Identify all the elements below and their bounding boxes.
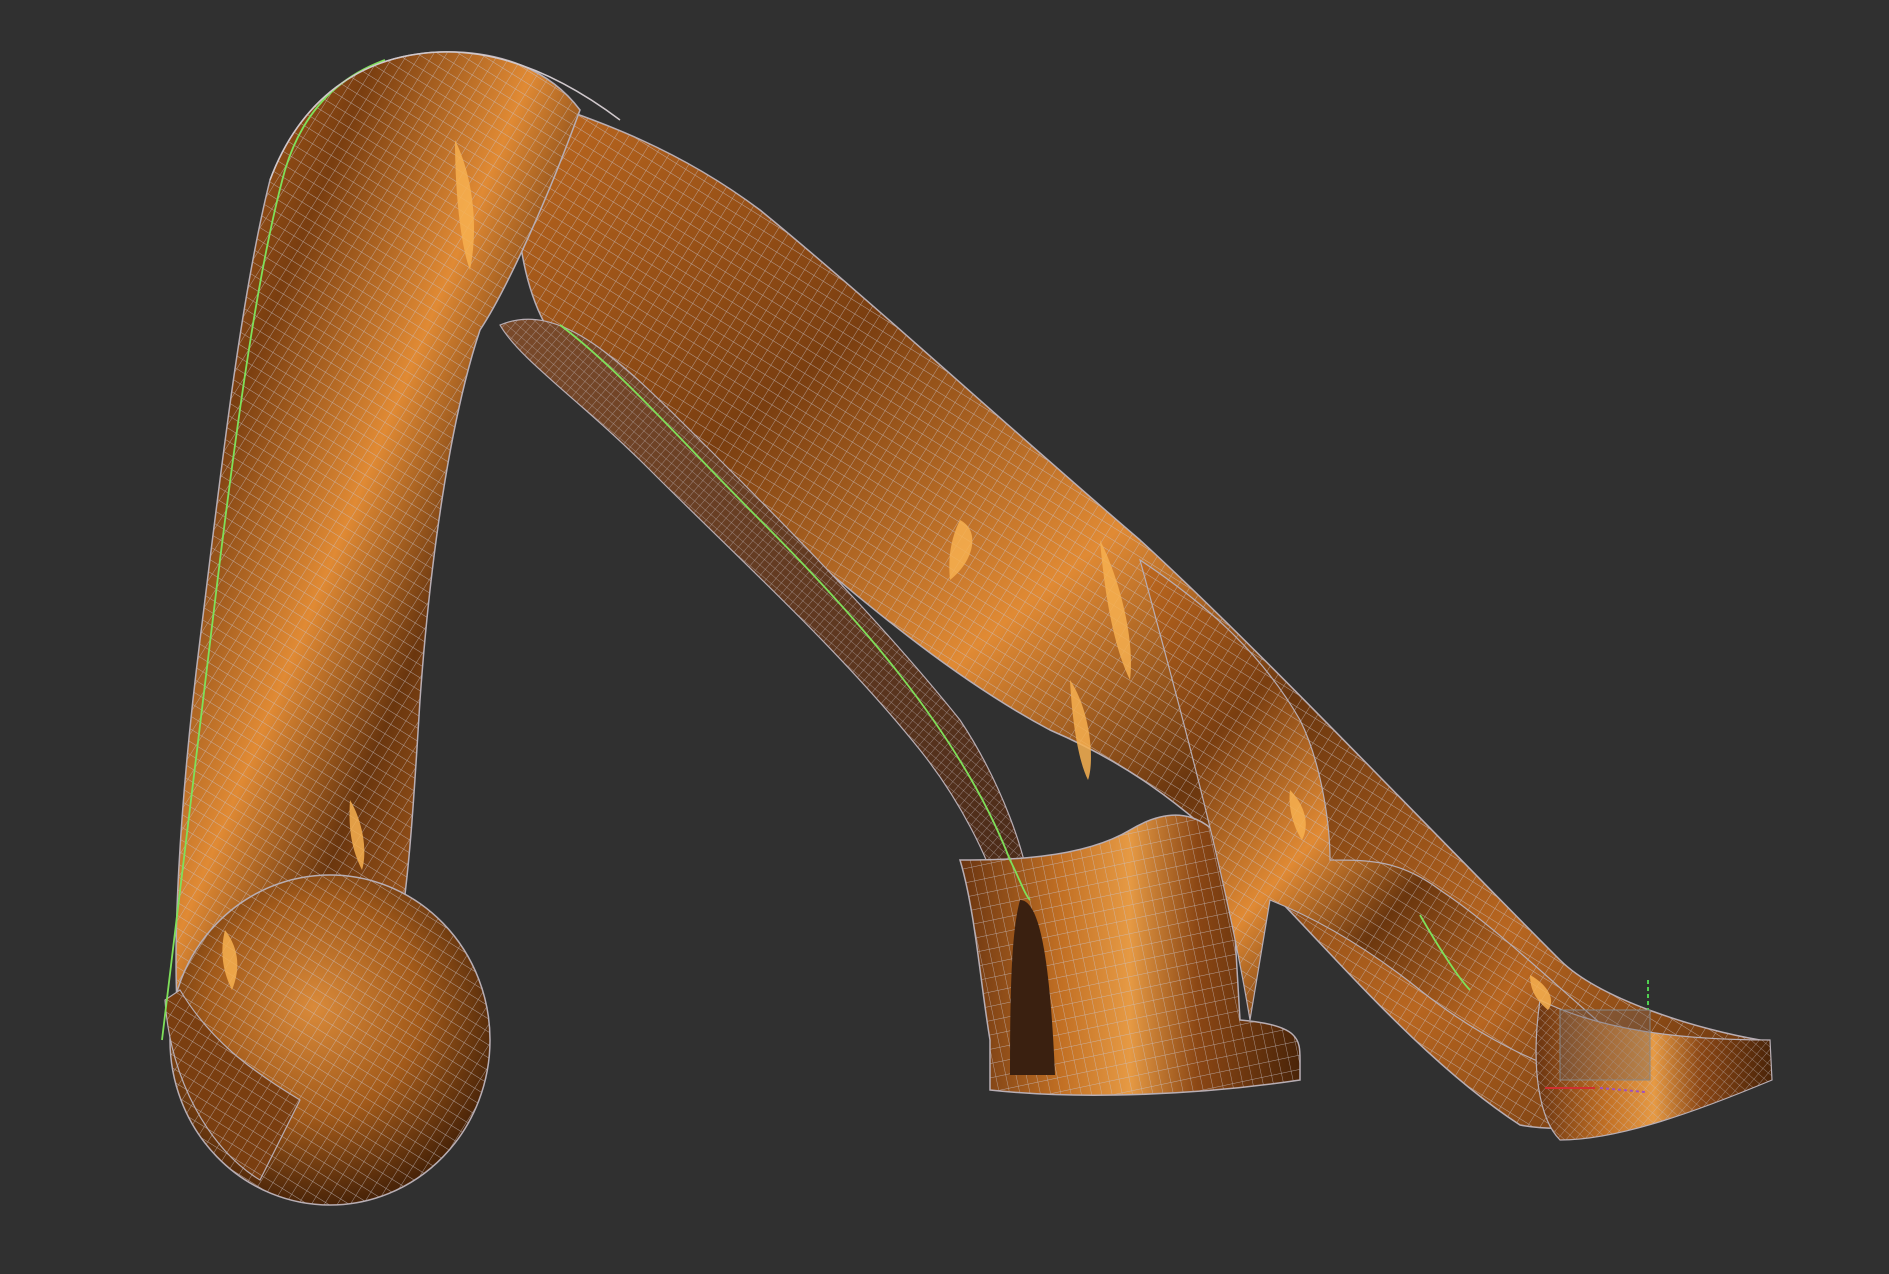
selection-box [1559,1009,1651,1081]
viewport-canvas[interactable] [0,0,1889,1274]
mesh-model[interactable] [161,51,1773,1206]
3d-viewport[interactable] [0,0,1889,1274]
